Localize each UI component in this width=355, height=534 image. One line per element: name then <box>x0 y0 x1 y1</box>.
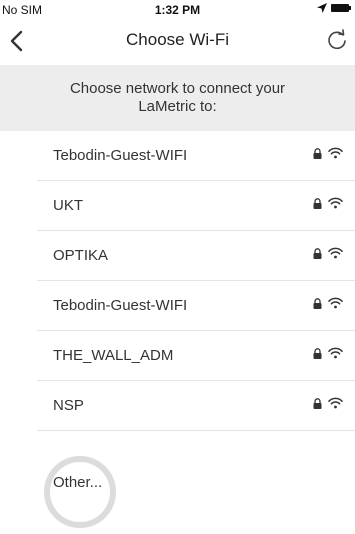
wifi-icon <box>328 397 343 409</box>
battery-icon <box>331 4 351 12</box>
page-title: Choose Wi-Fi <box>126 30 229 49</box>
network-icons <box>313 147 343 159</box>
wifi-icon <box>328 297 343 309</box>
network-item[interactable]: Tebodin-Guest-WIFI <box>0 131 355 181</box>
status-icons <box>317 3 351 13</box>
network-item[interactable]: NSP <box>0 381 355 431</box>
status-bar: No SIM 1:32 PM <box>0 0 355 20</box>
lock-icon <box>313 197 322 209</box>
network-name: Tebodin-Guest-WIFI <box>53 297 188 314</box>
network-icons <box>313 347 343 359</box>
refresh-icon[interactable] <box>325 28 349 52</box>
network-name: OPTIKA <box>53 247 109 264</box>
network-icons <box>313 247 343 259</box>
instruction-banner: Choose network to connect your LaMetric … <box>0 65 355 131</box>
lock-icon <box>313 147 322 159</box>
location-arrow-icon <box>317 3 327 13</box>
lock-icon <box>313 247 322 259</box>
clock-label: 1:32 PM <box>154 3 201 17</box>
network-name: UKT <box>53 197 83 214</box>
network-icons <box>313 297 343 309</box>
network-icons <box>313 397 343 409</box>
network-item[interactable]: OPTIKA <box>0 231 355 281</box>
network-name: NSP <box>53 397 84 414</box>
wifi-icon <box>328 197 343 209</box>
lock-icon <box>313 347 322 359</box>
wifi-icon <box>328 147 343 159</box>
network-item[interactable]: THE_WALL_ADM <box>0 331 355 381</box>
wifi-icon <box>328 247 343 259</box>
navigation-bar: Choose Wi-Fi <box>0 20 355 62</box>
network-name: Tebodin-Guest-WIFI <box>53 147 188 164</box>
network-name: THE_WALL_ADM <box>53 347 174 364</box>
other-network-item[interactable]: Other... <box>0 460 355 510</box>
wifi-icon <box>328 347 343 359</box>
other-network-label: Other... <box>53 474 103 491</box>
lock-icon <box>313 397 322 409</box>
network-item[interactable]: Tebodin-Guest-WIFI <box>0 281 355 331</box>
row-divider <box>37 430 355 431</box>
lock-icon <box>313 297 322 309</box>
network-item[interactable]: UKT <box>0 181 355 231</box>
network-icons <box>313 197 343 209</box>
